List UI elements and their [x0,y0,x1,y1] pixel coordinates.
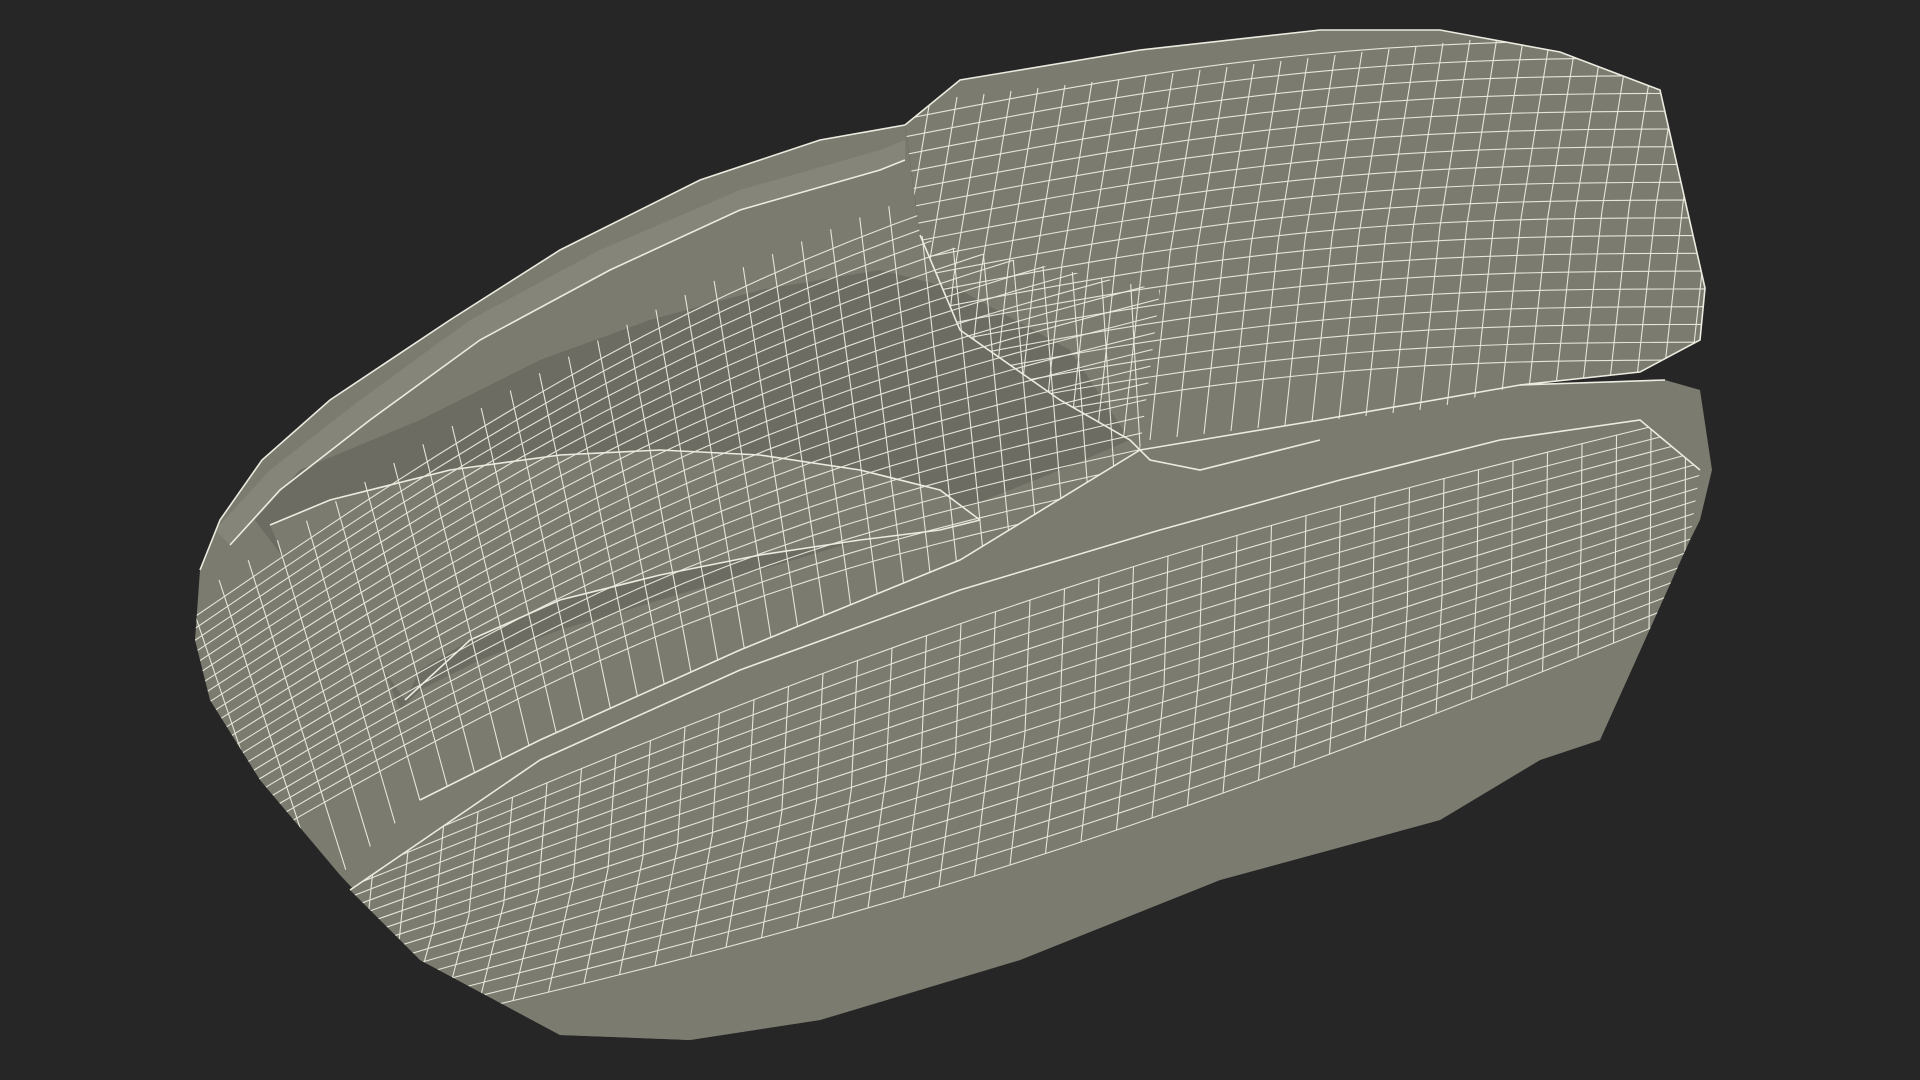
render-viewport[interactable] [0,0,1920,1080]
wireframe-model-render [195,29,1712,1040]
